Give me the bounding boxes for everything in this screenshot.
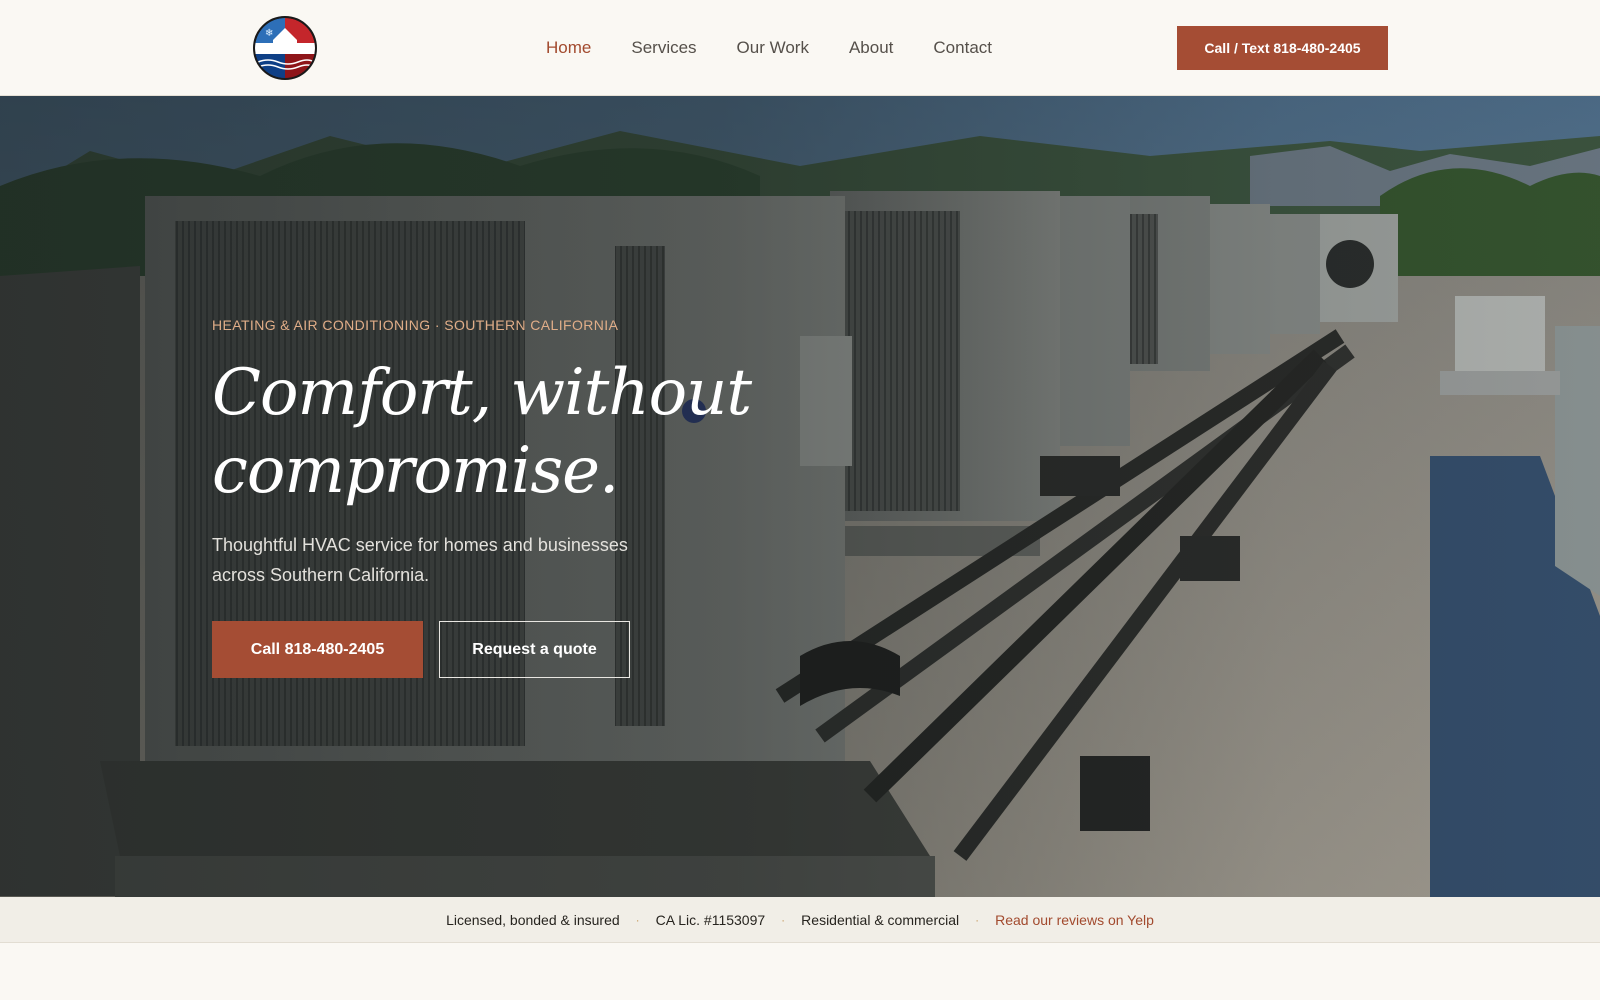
nav-home[interactable]: Home bbox=[546, 37, 591, 59]
hero-title-line-2: compromise. bbox=[212, 434, 619, 508]
call-text-button[interactable]: Call / Text 818-480-2405 bbox=[1177, 26, 1388, 70]
hero-section: HEATING & AIR CONDITIONING · SOUTHERN CA… bbox=[0, 96, 1600, 897]
main-nav: Home Services Our Work About Contact bbox=[546, 37, 1032, 59]
trust-separator: · bbox=[975, 912, 980, 927]
call-button[interactable]: Call 818-480-2405 bbox=[212, 621, 423, 678]
hero-title-line-1: Comfort, without bbox=[212, 356, 752, 430]
trust-item-licensed: Licensed, bonded & insured bbox=[446, 911, 620, 928]
nav-contact[interactable]: Contact bbox=[933, 37, 992, 59]
four-brothers-logo-icon[interactable]: ❄ bbox=[252, 16, 318, 80]
trust-item-residential-commercial: Residential & commercial bbox=[801, 911, 960, 928]
request-quote-button[interactable]: Request a quote bbox=[439, 621, 630, 678]
trust-item-license-number: CA Lic. #1153097 bbox=[655, 911, 766, 928]
yelp-reviews-link[interactable]: Read our reviews on Yelp bbox=[995, 912, 1154, 928]
svg-text:❄: ❄ bbox=[265, 28, 273, 39]
nav-our-work[interactable]: Our Work bbox=[737, 37, 809, 59]
nav-services[interactable]: Services bbox=[631, 37, 696, 59]
nav-about[interactable]: About bbox=[849, 37, 893, 59]
trust-separator: · bbox=[781, 912, 786, 927]
hero-title: Comfort, without compromise. bbox=[212, 354, 772, 510]
trust-separator: · bbox=[635, 912, 640, 927]
site-header: ❄ Home Services Our Work About Contact C… bbox=[0, 0, 1600, 96]
hero-subtitle: Thoughtful HVAC service for homes and bu… bbox=[212, 535, 628, 585]
hero-eyebrow: HEATING & AIR CONDITIONING · SOUTHERN CA… bbox=[212, 317, 619, 333]
trust-bar: Licensed, bonded & insured · CA Lic. #11… bbox=[0, 897, 1600, 943]
